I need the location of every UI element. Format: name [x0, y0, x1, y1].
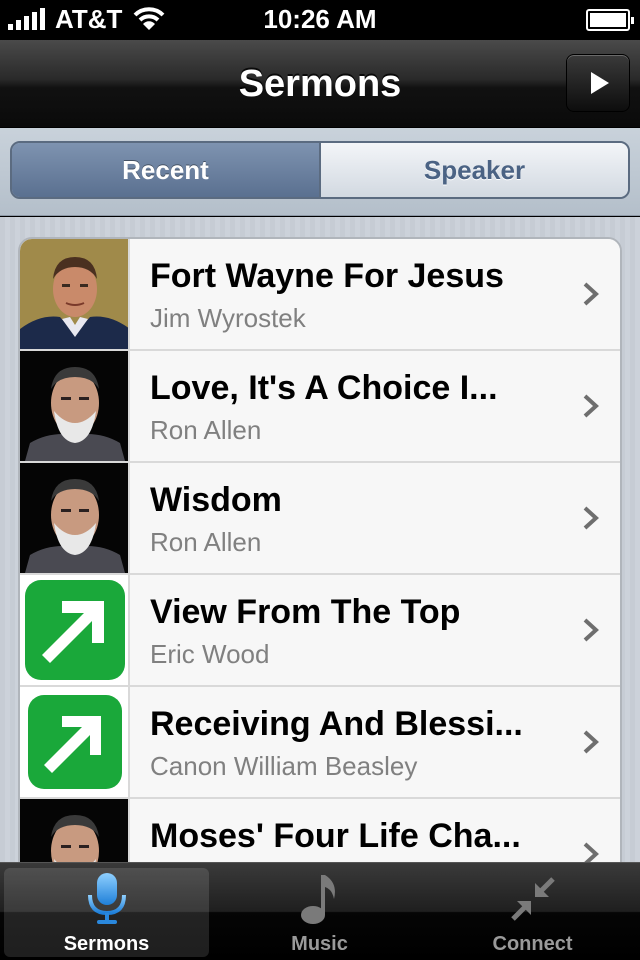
navigation-bar: Sermons [0, 40, 640, 128]
sermon-speaker: Eric Wood [150, 639, 270, 669]
tab-connect[interactable]: Connect [426, 863, 639, 960]
sermon-title: Love, It's A Choice I... [150, 369, 498, 407]
speaker-photo [20, 463, 130, 573]
status-bar: AT&T 10:26 AM [0, 0, 640, 40]
green-arrow-logo [20, 687, 130, 797]
chevron-right-icon [583, 842, 599, 862]
segment-recent[interactable]: Recent [12, 143, 321, 197]
sermon-speaker: Jim Wyrostek [150, 303, 306, 333]
page-title: Sermons [238, 63, 402, 105]
tab-bar: Sermons Music Connect [0, 862, 640, 960]
sermon-title: Wisdom [150, 481, 282, 519]
speaker-photo [20, 239, 130, 349]
sermon-speaker: Ron Allen [150, 415, 262, 445]
chevron-right-icon [583, 282, 599, 306]
sermon-row[interactable]: Receiving And Blessi... Canon William Be… [20, 687, 620, 799]
sermon-title: Receiving And Blessi... [150, 705, 523, 743]
segmented-control: Recent Speaker [10, 141, 630, 199]
sermon-speaker: Canon William Beasley [150, 751, 418, 781]
tab-label: Music [291, 933, 348, 955]
sermon-title: View From The Top [150, 593, 461, 631]
speaker-photo [20, 351, 130, 461]
sermon-title: Moses' Four Life Cha... [150, 817, 521, 855]
chevron-right-icon [583, 394, 599, 418]
green-arrow-logo [20, 575, 130, 685]
segment-speaker[interactable]: Speaker [321, 143, 628, 197]
status-time: 10:26 AM [263, 4, 377, 34]
play-icon [591, 72, 609, 94]
sermon-title: Fort Wayne For Jesus [150, 257, 504, 295]
connect-arrows-icon [510, 877, 555, 921]
microphone-icon [87, 873, 126, 924]
tab-label: Sermons [63, 933, 150, 955]
tab-music[interactable]: Music [213, 863, 426, 960]
sermon-speaker: Ron Allen [150, 527, 262, 557]
sermon-row[interactable]: Love, It's A Choice I... Ron Allen [20, 351, 620, 463]
battery-icon [586, 9, 634, 31]
now-playing-button[interactable] [566, 54, 630, 112]
speaker-photo [20, 799, 130, 862]
chevron-right-icon [583, 506, 599, 530]
sermon-row[interactable]: View From The Top Eric Wood [20, 575, 620, 687]
tab-label: Connect [492, 933, 573, 955]
music-note-icon [300, 875, 335, 924]
tab-sermons[interactable]: Sermons [0, 863, 213, 960]
sermon-row[interactable]: Fort Wayne For Jesus Jim Wyrostek [20, 239, 620, 351]
sermon-list-area[interactable]: Fort Wayne For Jesus Jim Wyrostek Love, … [0, 217, 640, 862]
segment-toolbar: Recent Speaker [0, 128, 640, 216]
sermon-row[interactable]: Moses' Four Life Cha... [20, 799, 620, 862]
chevron-right-icon [583, 618, 599, 642]
chevron-right-icon [583, 730, 599, 754]
sermon-row[interactable]: Wisdom Ron Allen [20, 463, 620, 575]
sermon-list: Fort Wayne For Jesus Jim Wyrostek Love, … [18, 237, 622, 862]
